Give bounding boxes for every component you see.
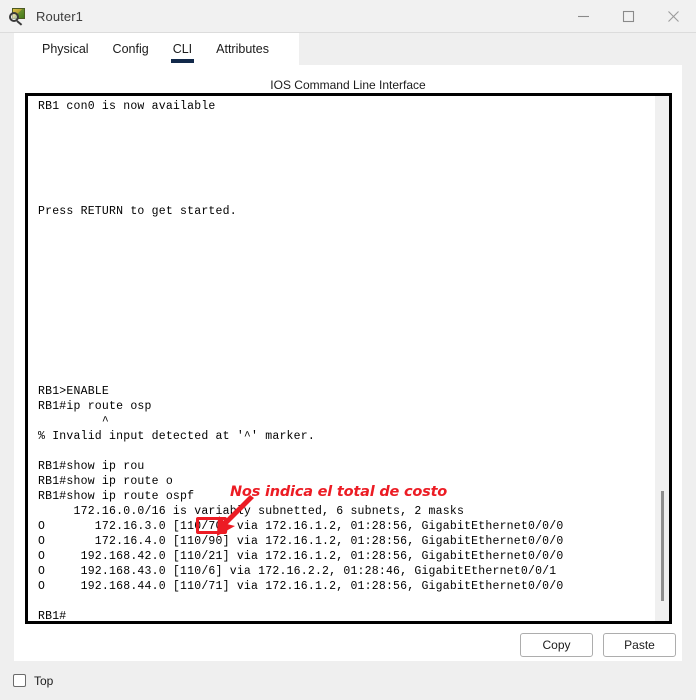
cli-terminal-text: RB1 con0 is now available Press RETURN t…	[38, 100, 564, 623]
maximize-icon[interactable]	[606, 0, 651, 33]
router-magnifier-icon	[9, 7, 27, 26]
window-titlebar: Router1	[0, 0, 696, 33]
tab-attributes[interactable]: Attributes	[204, 33, 281, 56]
top-checkbox-label: Top	[34, 673, 54, 688]
router-properties-window: Router1 Physical Config CLI Attributes I…	[0, 0, 696, 700]
terminal-scrollbar-thumb[interactable]	[661, 491, 664, 601]
terminal-scrollbar[interactable]	[655, 96, 669, 621]
cli-panel-heading: IOS Command Line Interface	[270, 78, 426, 92]
tab-cli[interactable]: CLI	[161, 33, 204, 63]
cli-terminal[interactable]: RB1 con0 is now available Press RETURN t…	[25, 93, 672, 624]
window-controls	[561, 0, 696, 33]
top-checkbox[interactable]	[13, 674, 26, 687]
tab-config-label: Config	[112, 42, 149, 56]
window-bottom-bar: Top	[0, 661, 696, 700]
tab-physical[interactable]: Physical	[30, 33, 101, 56]
tab-config[interactable]: Config	[101, 33, 161, 56]
tab-cli-label: CLI	[172, 42, 193, 56]
paste-button[interactable]: Paste	[603, 633, 676, 657]
copy-button[interactable]: Copy	[520, 633, 593, 657]
tab-attributes-label: Attributes	[216, 42, 269, 56]
minimize-icon[interactable]	[561, 0, 606, 33]
window-title: Router1	[36, 8, 83, 24]
tabbar: Physical Config CLI Attributes	[14, 33, 682, 65]
tab-physical-label: Physical	[42, 42, 89, 56]
close-icon[interactable]	[651, 0, 696, 33]
window-content: Physical Config CLI Attributes IOS Comma…	[14, 33, 682, 661]
tab-active-underline	[170, 59, 195, 63]
paste-button-label: Paste	[624, 638, 655, 652]
copy-button-label: Copy	[542, 638, 571, 652]
terminal-button-row: Copy Paste	[14, 633, 682, 659]
